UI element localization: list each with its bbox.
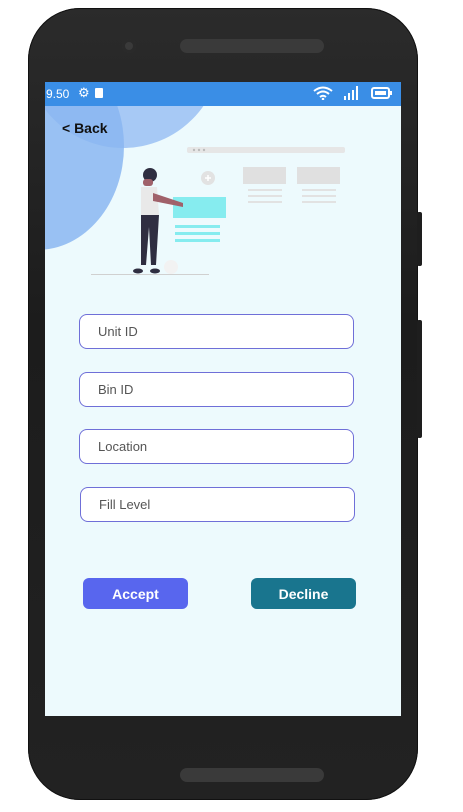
front-camera bbox=[122, 39, 136, 53]
decline-button[interactable]: Decline bbox=[251, 578, 356, 609]
location-input[interactable] bbox=[79, 429, 354, 464]
accept-button[interactable]: Accept bbox=[83, 578, 188, 609]
gear-icon: ⚙ bbox=[78, 85, 90, 100]
unit-id-input[interactable] bbox=[79, 314, 354, 349]
fill-level-input[interactable] bbox=[80, 487, 355, 522]
bottom-speaker bbox=[180, 768, 324, 782]
back-button[interactable]: < Back bbox=[62, 120, 108, 136]
earpiece-speaker bbox=[180, 39, 324, 53]
battery-icon bbox=[371, 87, 392, 99]
wifi-icon bbox=[313, 86, 333, 100]
status-time: 9.50 bbox=[46, 87, 70, 101]
app-screen: 9.50 ⚙ < Back Unit ID Bin ID Location Fi… bbox=[45, 82, 401, 716]
volume-button[interactable] bbox=[417, 320, 422, 438]
illustration bbox=[91, 147, 345, 275]
power-button[interactable] bbox=[417, 212, 422, 266]
sd-card-icon bbox=[95, 88, 103, 98]
bin-id-input[interactable] bbox=[79, 372, 354, 407]
status-bar: 9.50 ⚙ bbox=[45, 82, 401, 106]
signal-icon bbox=[344, 86, 358, 100]
